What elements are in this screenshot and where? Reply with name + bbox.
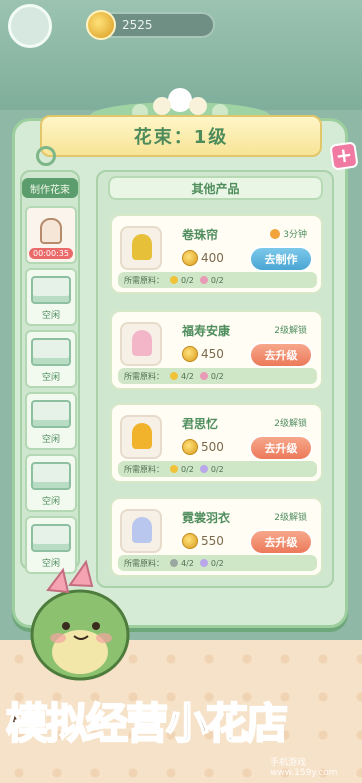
slot-label: 空闲 [41,373,60,383]
bouquet-icon [132,330,152,356]
slots-title: 制作花束 [22,178,78,198]
flower-material-icon [170,465,178,473]
bouquet-thumbnail [120,226,162,270]
flower-material-icon [199,559,208,567]
material-count: 4/2 [181,558,194,568]
flower-material-icon [199,465,208,473]
slot-idle[interactable]: 空闲 [25,454,77,512]
material-count: 0/2 [210,558,224,568]
unlock-level: 2级解锁 [274,326,307,336]
upgrade-button[interactable]: 去升级 [249,342,313,368]
coin-icon [182,346,198,362]
materials-row: 所需原料： 0/2 0/2 [118,461,317,477]
material-count: 0/2 [181,275,194,285]
watermark: 手机游戏 www.159y.com [270,758,338,778]
bouquet-icon [132,423,152,449]
craft-time-text: 3分钟 [283,230,307,240]
price-value: 400 [201,251,224,265]
materials-row: 所需原料： 4/2 0/2 [118,368,317,384]
material-count: 4/2 [181,371,194,381]
upgrade-button[interactable]: 去升级 [249,435,313,461]
promo-slogan: 模拟经营小花店 [5,690,362,750]
price-value: 450 [201,347,224,361]
product-name: 福寿安康 [182,324,231,338]
materials-label: 所需原料： [124,275,164,285]
slot-idle[interactable]: 空闲 [25,268,77,326]
coin-icon [182,533,198,549]
slogan-part: 模拟 [5,698,89,749]
unlock-level: 2级解锁 [274,513,307,523]
slot-timer: 00:00:35 [29,248,73,259]
material-count: 0/2 [210,464,224,474]
slot-label: 空闲 [41,497,60,507]
materials-label: 所需原料： [124,464,164,474]
product-card: 卷珠帘 3分钟 400 去制作 所需原料： 0/2 0/2 [110,214,323,294]
workbench-icon [31,338,71,366]
make-button[interactable]: 去制作 [249,246,313,272]
slot-label: 空闲 [41,311,60,321]
craft-time: 3分钟 [270,227,307,240]
product-name: 君思忆 [182,417,219,431]
product-price: 450 [182,346,224,362]
coin-icon [182,250,198,266]
flower-material-icon [170,276,178,284]
product-price: 500 [182,439,224,455]
bouquet-thumbnail [120,322,162,366]
bouquet-thumbnail [120,415,162,459]
florist-figure-icon [40,218,62,244]
flower-material-icon [170,372,178,380]
flower-material-icon [170,559,178,567]
product-card: 君思忆 2级解锁 500 去升级 所需原料： 0/2 0/2 [110,403,323,483]
slogan-highlight: 经营 [85,698,169,749]
workbench-icon [31,462,71,490]
flower-material-icon [199,276,208,284]
material-count: 0/2 [181,464,194,474]
workbench-icon [31,400,71,428]
price-value: 550 [201,534,224,548]
tag-ring-icon [36,146,56,166]
page-title-ribbon: 花束：1级 [40,115,322,157]
slot-idle[interactable]: 空闲 [25,330,77,388]
coin-amount: 2525 [122,18,153,32]
flower-material-icon [199,372,208,380]
list-header: 其他产品 [108,176,323,200]
slot-active[interactable]: 00:00:35 [25,206,77,264]
coin-icon [86,10,116,40]
material-count: 0/2 [210,275,224,285]
product-name: 卷珠帘 [182,228,219,242]
product-name: 霓裳羽衣 [182,511,231,525]
close-button[interactable]: + [329,141,359,171]
material-count: 0/2 [210,371,224,381]
materials-row: 所需原料： 0/2 0/2 [118,272,317,288]
slot-idle[interactable]: 空闲 [25,392,77,450]
product-card: 福寿安康 2级解锁 450 去升级 所需原料： 4/2 0/2 [110,310,323,390]
green-dinosaur-mascot-icon [30,559,130,681]
upgrade-button[interactable]: 去升级 [249,529,313,555]
coin-counter: 2525 [86,10,215,40]
player-avatar[interactable] [8,4,52,48]
unlock-level: 2级解锁 [274,419,307,429]
coin-icon [182,439,198,455]
price-value: 500 [201,440,224,454]
materials-label: 所需原料： [124,371,164,381]
product-price: 400 [182,250,224,266]
clock-icon [270,229,281,239]
product-price: 550 [182,533,224,549]
slogan-part: 小花店 [165,698,289,749]
slot-label: 空闲 [41,435,60,445]
bouquet-icon [132,234,152,260]
workbench-icon [31,276,71,304]
page-title: 花束：1级 [133,127,229,148]
